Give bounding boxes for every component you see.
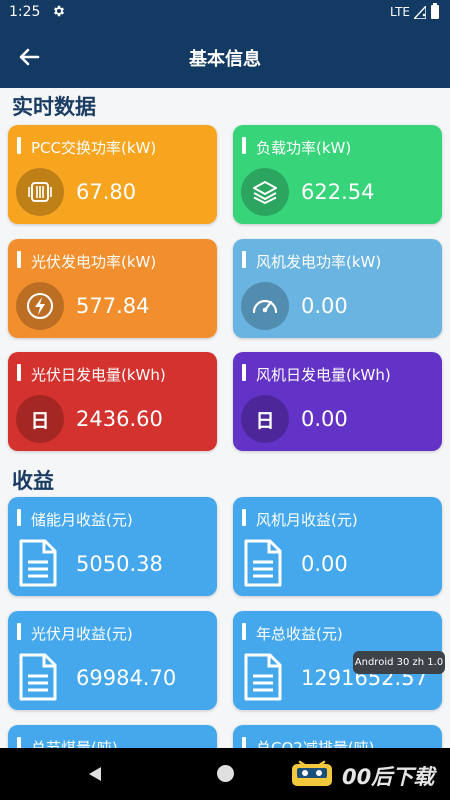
- card-value: 69984.70: [76, 666, 177, 690]
- card-label: 储能月收益(元): [31, 511, 133, 529]
- card-label: 风机发电功率(kW): [256, 253, 382, 271]
- gear-icon: [53, 5, 65, 17]
- card-value: 2436.60: [76, 407, 163, 431]
- card-value: 0.00: [301, 294, 348, 318]
- card-accent-bar: [17, 623, 21, 640]
- card-value: 577.84: [76, 294, 150, 318]
- layers-icon: [241, 168, 289, 216]
- wind-daily-energy-card[interactable]: 风机日发电量(kWh) 日 0.00: [233, 352, 442, 451]
- card-value: 622.54: [301, 180, 375, 204]
- watermark-logo-icon: [292, 760, 332, 786]
- card-accent-bar: [242, 509, 246, 526]
- status-time: 1:25: [9, 4, 41, 20]
- document-icon: [244, 653, 282, 701]
- load-power-card[interactable]: 负载功率(kW) 622.54: [233, 125, 442, 224]
- card-accent-bar: [242, 623, 246, 640]
- card-accent-bar: [242, 137, 246, 154]
- storage-monthly-income-card[interactable]: 储能月收益(元) 5050.38: [8, 497, 217, 596]
- card-label: 总CO2减排量(吨): [256, 739, 375, 748]
- system-nav-bar: 00后下载: [0, 748, 450, 800]
- page-title: 基本信息: [189, 49, 261, 70]
- day-icon: 日: [241, 395, 289, 443]
- card-label: PCC交换功率(kW): [31, 139, 157, 157]
- document-icon: [244, 539, 282, 587]
- total-coal-saved-card[interactable]: 总节煤量(吨): [8, 725, 217, 748]
- signal-icon: [414, 6, 426, 19]
- card-accent-bar: [17, 251, 21, 268]
- battery-icon: [431, 3, 439, 19]
- main-content[interactable]: 实时数据 PCC交换功率(kW) 67.80 负载功率(kW) 622.54 光…: [0, 88, 450, 748]
- grid-icon: [16, 168, 64, 216]
- card-label: 光伏月收益(元): [31, 625, 133, 643]
- card-label: 光伏发电功率(kW): [31, 253, 157, 271]
- document-icon: [19, 653, 57, 701]
- card-accent-bar: [17, 737, 21, 748]
- day-icon: 日: [16, 395, 64, 443]
- card-value: 0.00: [301, 552, 348, 576]
- card-value: 5050.38: [76, 552, 163, 576]
- card-accent-bar: [242, 251, 246, 268]
- card-value: 67.80: [76, 180, 137, 204]
- total-co2-reduction-card[interactable]: 总CO2减排量(吨): [233, 725, 442, 748]
- pv-power-card[interactable]: 光伏发电功率(kW) 577.84: [8, 239, 217, 338]
- realtime-section-title: 实时数据: [12, 95, 96, 119]
- card-label: 风机月收益(元): [256, 511, 358, 529]
- home-circle-icon[interactable]: [217, 765, 234, 782]
- wind-monthly-income-card[interactable]: 风机月收益(元) 0.00: [233, 497, 442, 596]
- card-accent-bar: [17, 509, 21, 526]
- card-label: 负载功率(kW): [256, 139, 352, 157]
- network-type: LTE: [390, 5, 410, 19]
- pcc-power-card[interactable]: PCC交换功率(kW) 67.80: [8, 125, 217, 224]
- card-value: 0.00: [301, 407, 348, 431]
- build-info-chip: Android 30 zh 1.0: [353, 651, 445, 674]
- app-bar: 基本信息: [0, 26, 450, 88]
- pv-monthly-income-card[interactable]: 光伏月收益(元) 69984.70: [8, 611, 217, 710]
- card-label: 风机日发电量(kWh): [256, 366, 391, 384]
- pv-daily-energy-card[interactable]: 光伏日发电量(kWh) 日 2436.60: [8, 352, 217, 451]
- day-icon-char: 日: [255, 409, 275, 432]
- watermark-text: 00后下载: [342, 765, 435, 789]
- card-label: 年总收益(元): [256, 625, 343, 643]
- wind-power-card[interactable]: 风机发电功率(kW) 0.00: [233, 239, 442, 338]
- card-accent-bar: [242, 737, 246, 748]
- lightning-icon: [16, 282, 64, 330]
- card-label: 光伏日发电量(kWh): [31, 366, 166, 384]
- card-accent-bar: [17, 364, 21, 381]
- card-accent-bar: [17, 137, 21, 154]
- status-bar: 1:25 LTE: [0, 0, 450, 26]
- income-section-title: 收益: [12, 469, 54, 493]
- card-accent-bar: [242, 364, 246, 381]
- card-label: 总节煤量(吨): [31, 739, 118, 748]
- back-triangle-icon[interactable]: [86, 765, 104, 783]
- day-icon-char: 日: [30, 409, 50, 432]
- document-icon: [19, 539, 57, 587]
- gauge-icon: [241, 282, 289, 330]
